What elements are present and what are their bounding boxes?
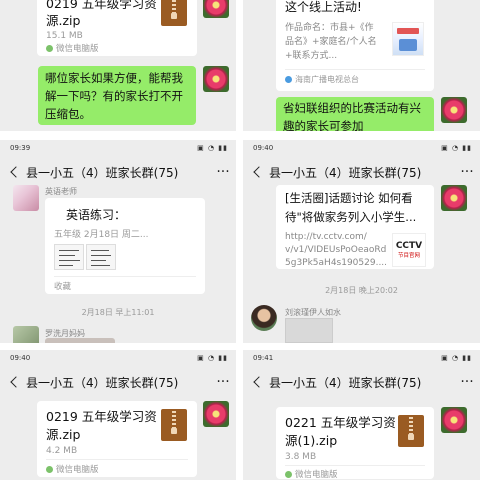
text-message-bubble[interactable]: 省妇联组织的比赛活动有兴 趣的家长可参加: [276, 97, 434, 131]
wechat-pc-icon: [285, 470, 292, 478]
back-arrow-icon[interactable]: [243, 367, 269, 397]
link-title-line2: 待"将做家务列入小学生...: [285, 210, 417, 224]
status-time: 09:39: [10, 144, 31, 152]
homework-title: 英语练习：: [66, 208, 127, 222]
link-desc: 作品命名：市县+《作: [285, 23, 374, 33]
chat-panel-2: 这个线上活动! 作品命名：市县+《作 品名》+家庭名/个人名 +联系方式... …: [243, 0, 480, 131]
avatar[interactable]: [441, 97, 467, 123]
homework-card[interactable]: 英语练习： 五年级 2月18日 周二... 收藏: [45, 198, 205, 294]
file-size: 3.8 MB: [285, 452, 317, 462]
status-bar: 09:40 ▣ ◔ ▮▮: [0, 350, 236, 366]
chat-header: 县一小五（4）班家长群(75) ···: [243, 367, 480, 397]
chat-title: 县一小五（4）班家长群(75): [269, 165, 422, 180]
cctv-logo-thumbnail: CCTV 节目官网: [392, 233, 426, 267]
status-icons: ▣ ◔ ▮▮: [197, 144, 228, 152]
status-bar: 09:40 ▣ ◔ ▮▮: [243, 140, 480, 156]
zip-file-icon: [161, 409, 187, 441]
file-source: 微信电脑版: [285, 468, 338, 480]
zip-file-icon: [398, 415, 424, 447]
more-options-icon[interactable]: ···: [210, 367, 236, 397]
back-arrow-icon[interactable]: [243, 157, 269, 187]
wechat-pc-icon: [46, 44, 53, 52]
link-source: 海南广播电视总台: [285, 74, 359, 85]
link-url: v/v1/VIDEUsPoOeaoRd: [285, 245, 387, 255]
status-time: 09:40: [253, 144, 274, 152]
chat-panel-4: 09:40 ▣ ◔ ▮▮ 县一小五（4）班家长群(75) ··· [生活圈]话题…: [243, 140, 480, 343]
message-line: 省妇联组织的比赛活动有兴: [283, 101, 421, 115]
file-source: 微信电脑版: [46, 42, 99, 54]
chat-panel-3: 09:39 ▣ ◔ ▮▮ 县一小五（4）班家长群(75) ··· 英语老师 英语…: [0, 140, 236, 343]
avatar[interactable]: [13, 326, 39, 343]
wechat-pc-icon: [46, 465, 53, 473]
avatar[interactable]: [13, 185, 39, 211]
homework-thumbnail: [54, 244, 84, 270]
link-desc: 品名》+家庭名/个人名: [285, 37, 377, 47]
chat-header: 县一小五（4）班家长群(75) ···: [0, 367, 236, 397]
file-name: 0219 五年级学习资: [46, 409, 157, 424]
message-line: 解一下吗？有的家长打不开: [45, 89, 183, 103]
text-message-bubble[interactable]: 哪位家长如果方便，能帮我 解一下吗？有的家长打不开 压缩包。: [38, 66, 196, 125]
chat-panel-5: 09:40 ▣ ◔ ▮▮ 县一小五（4）班家长群(75) ··· 0219 五年…: [0, 350, 236, 480]
image-message[interactable]: [285, 318, 333, 343]
status-bar: 09:41 ▣ ◔ ▮▮: [243, 350, 480, 366]
source-icon: [285, 76, 292, 83]
avatar[interactable]: [203, 401, 229, 427]
file-name-line2: 源(1).zip: [285, 433, 338, 448]
more-options-icon[interactable]: ···: [454, 157, 480, 187]
timestamp: 2月18日 早上11:01: [81, 308, 155, 317]
file-name-line2: 源.zip: [46, 13, 81, 28]
file-source: 微信电脑版: [46, 463, 99, 475]
image-message[interactable]: [45, 338, 115, 343]
link-thumbnail: [392, 22, 424, 56]
avatar[interactable]: [203, 0, 229, 18]
chat-title: 县一小五（4）班家长群(75): [26, 375, 179, 390]
chat-panel-1: 0219 五年级学习资 源.zip 15.1 MB 微信电脑版 哪位家长如果方便…: [0, 0, 236, 131]
back-arrow-icon[interactable]: [0, 157, 26, 187]
file-size: 15.1 MB: [46, 31, 83, 41]
message-line: 哪位家长如果方便，能帮我: [45, 71, 183, 85]
zip-file-icon: [161, 0, 187, 26]
status-bar: 09:39 ▣ ◔ ▮▮: [0, 140, 236, 156]
link-url: 5g3Pk5aH4s190529....: [285, 258, 388, 268]
file-message-card[interactable]: 0219 五年级学习资 源.zip 4.2 MB 微信电脑版: [37, 401, 197, 477]
chat-title: 县一小五（4）班家长群(75): [269, 375, 422, 390]
chat-panel-6: 09:41 ▣ ◔ ▮▮ 县一小五（4）班家长群(75) ··· 0221 五年…: [243, 350, 480, 480]
chat-title: 县一小五（4）班家长群(75): [26, 165, 179, 180]
file-message-card[interactable]: 0221 五年级学习资 源(1).zip 3.8 MB 微信电脑版: [276, 407, 434, 480]
favorite-label: 收藏: [54, 282, 72, 292]
status-time: 09:40: [10, 354, 31, 362]
file-size: 4.2 MB: [46, 446, 78, 456]
status-icons: ▣ ◔ ▮▮: [197, 354, 228, 362]
message-line: 压缩包。: [45, 107, 91, 121]
avatar[interactable]: [251, 305, 277, 331]
homework-meta: 五年级 2月18日 周二...: [54, 230, 149, 240]
file-name: 0221 五年级学习资: [285, 415, 396, 430]
status-icons: ▣ ◔ ▮▮: [441, 144, 472, 152]
sender-name: 英语老师: [45, 187, 77, 196]
homework-thumbnail: [86, 244, 116, 270]
link-url: http://tv.cctv.com/: [285, 232, 367, 242]
avatar[interactable]: [203, 66, 229, 92]
back-arrow-icon[interactable]: [0, 367, 26, 397]
more-options-icon[interactable]: ···: [210, 157, 236, 187]
avatar[interactable]: [441, 407, 467, 433]
link-desc: +联系方式...: [285, 51, 338, 61]
chat-header: 县一小五（4）班家长群(75) ···: [243, 157, 480, 187]
message-line: 趣的家长可参加: [283, 119, 364, 131]
chat-header: 县一小五（4）班家长群(75) ···: [0, 157, 236, 187]
timestamp: 2月18日 晚上20:02: [325, 286, 398, 295]
status-icons: ▣ ◔ ▮▮: [441, 354, 472, 362]
link-message-card[interactable]: [生活圈]话题讨论 如何看 待"将做家务列入小学生... http://tv.c…: [276, 185, 434, 269]
more-options-icon[interactable]: ···: [454, 367, 480, 397]
status-time: 09:41: [253, 354, 274, 362]
link-message-card[interactable]: 这个线上活动! 作品命名：市县+《作 品名》+家庭名/个人名 +联系方式... …: [276, 0, 434, 91]
sender-name: 刘滚瑾伊人如水: [285, 308, 341, 317]
avatar[interactable]: [441, 185, 467, 211]
link-title: 这个线上活动!: [285, 0, 362, 14]
link-title: [生活圈]话题讨论 如何看: [285, 191, 413, 205]
file-name-line2: 源.zip: [46, 427, 81, 442]
